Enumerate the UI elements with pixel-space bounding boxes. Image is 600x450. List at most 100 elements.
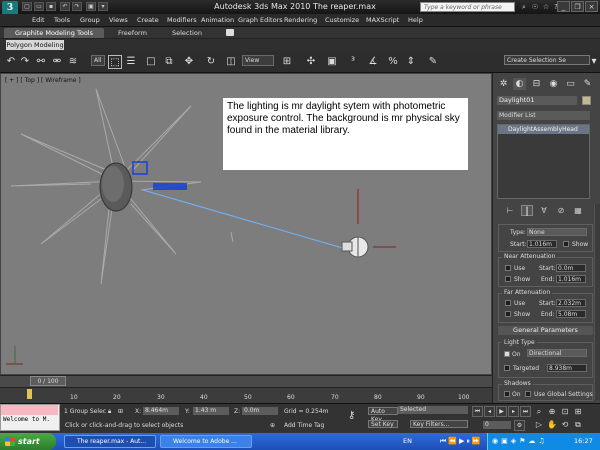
- tab-graphite-modeling[interactable]: Graphite Modeling Tools: [4, 28, 104, 38]
- go-to-start-icon[interactable]: ⏮: [472, 406, 483, 417]
- redo-icon[interactable]: ↷: [72, 2, 82, 11]
- chevron-down-icon[interactable]: ▾: [589, 55, 599, 69]
- make-unique-icon[interactable]: ∀: [538, 205, 550, 216]
- menu-animation[interactable]: Animation: [201, 16, 234, 24]
- edit-named-selection-icon[interactable]: ✎: [426, 55, 440, 69]
- command-panel-scrollbar[interactable]: [594, 204, 600, 400]
- new-icon[interactable]: ▢: [22, 2, 32, 11]
- keyboard-shortcut-icon[interactable]: ▣: [325, 55, 339, 69]
- save-icon[interactable]: ▪: [46, 2, 56, 11]
- general-parameters-rollout[interactable]: General Parameters: [498, 326, 593, 335]
- zoom-extents-all-icon[interactable]: ⊞: [572, 406, 584, 417]
- subscription-icon[interactable]: ☉: [530, 2, 540, 12]
- orbit-icon[interactable]: ⟲: [559, 419, 571, 430]
- light-on-checkbox[interactable]: [504, 351, 510, 357]
- object-name-field[interactable]: Daylight01: [497, 96, 577, 105]
- menu-group[interactable]: Group: [80, 16, 100, 24]
- maximize-viewport-icon[interactable]: ⧉: [572, 419, 584, 430]
- maximize-button[interactable]: ❐: [571, 1, 584, 12]
- taskbar-item-3dsmax[interactable]: The reaper.max - Aut...: [64, 435, 156, 448]
- search-input[interactable]: Type a keyword or phrase: [420, 2, 515, 12]
- x-coord-field[interactable]: 8.464m: [143, 407, 179, 415]
- menu-edit[interactable]: Edit: [32, 16, 45, 24]
- light-type-dropdown[interactable]: Directional: [527, 349, 587, 357]
- tab-freeform[interactable]: Freeform: [118, 29, 147, 37]
- far-show-checkbox[interactable]: [505, 311, 511, 317]
- stack-item[interactable]: DaylightAssemblyHead: [498, 125, 589, 134]
- key-icon[interactable]: ⚷: [348, 410, 355, 421]
- pivot-center-icon[interactable]: ⊞: [280, 55, 294, 69]
- maxscript-mini-listener[interactable]: [1, 405, 58, 415]
- zoom-all-icon[interactable]: ⊕: [546, 406, 558, 417]
- targeted-distance-field[interactable]: 8.938m: [547, 364, 587, 372]
- menu-customize[interactable]: Customize: [325, 16, 359, 24]
- viewport-label[interactable]: [ + ] [ Top ] [ Wireframe ]: [5, 77, 81, 84]
- absolute-mode-icon[interactable]: ⊞: [118, 408, 123, 415]
- snaps-toggle-icon[interactable]: ³: [346, 55, 360, 69]
- menu-rendering[interactable]: Rendering: [284, 16, 317, 24]
- zoom-icon[interactable]: ⌕: [533, 406, 545, 417]
- use-global-settings-checkbox[interactable]: [525, 391, 531, 397]
- project-folder-icon[interactable]: ▣: [86, 2, 96, 11]
- select-by-name-icon[interactable]: ☰: [124, 55, 138, 69]
- remove-modifier-icon[interactable]: ⊘: [555, 205, 567, 216]
- app-logo-icon[interactable]: 3: [2, 1, 18, 15]
- utilities-tab-icon[interactable]: ✎: [581, 78, 594, 90]
- set-key-button[interactable]: Set Key: [368, 420, 398, 428]
- current-frame-field[interactable]: 0: [483, 421, 511, 429]
- object-color-swatch[interactable]: [582, 96, 591, 105]
- rectangular-selection-icon[interactable]: □: [144, 55, 158, 69]
- percent-snap-icon[interactable]: %: [386, 55, 400, 69]
- z-coord-field[interactable]: 0.0m: [242, 407, 278, 415]
- key-mode-dropdown[interactable]: Selected: [398, 406, 468, 414]
- far-end-field[interactable]: 5.08m: [556, 310, 586, 318]
- next-frame-icon[interactable]: ▸: [508, 406, 519, 417]
- media-controls-icon[interactable]: ⏮⏪▶⏸⏩: [440, 437, 483, 446]
- auto-key-button[interactable]: Auto Key: [368, 407, 398, 423]
- select-rotate-icon[interactable]: ↻: [204, 55, 218, 69]
- time-slider[interactable]: [0, 375, 492, 387]
- window-crossing-icon[interactable]: ⧉: [162, 55, 176, 69]
- minimize-button[interactable]: _: [557, 1, 570, 12]
- field-of-view-icon[interactable]: ▷: [533, 419, 545, 430]
- tab-polygon-modeling[interactable]: Polygon Modeling: [6, 40, 64, 50]
- configure-sets-icon[interactable]: ▦: [572, 205, 584, 216]
- menu-modifiers[interactable]: Modifiers: [167, 16, 197, 24]
- play-icon[interactable]: ▶: [496, 406, 507, 417]
- star-icon[interactable]: ☆: [541, 2, 551, 12]
- decay-start-field[interactable]: 1.016m: [527, 240, 557, 248]
- motion-tab-icon[interactable]: ◉: [547, 78, 560, 90]
- spinner-snap-icon[interactable]: ⇕: [404, 55, 418, 69]
- menu-graph-editors[interactable]: Graph Editors: [238, 16, 283, 24]
- pan-icon[interactable]: ✋: [546, 419, 558, 430]
- undo-icon[interactable]: ↶: [60, 2, 70, 11]
- dropdown-arrow-icon[interactable]: ▾: [98, 2, 108, 11]
- create-tab-icon[interactable]: ✲: [497, 78, 510, 90]
- open-icon[interactable]: ▭: [34, 2, 44, 11]
- menu-help[interactable]: Help: [408, 16, 423, 24]
- near-start-field[interactable]: 0.0m: [556, 264, 586, 272]
- targeted-checkbox[interactable]: [504, 365, 510, 371]
- angle-snap-icon[interactable]: ∡: [366, 55, 380, 69]
- language-indicator[interactable]: EN: [403, 437, 412, 445]
- go-to-end-icon[interactable]: ⏭: [520, 406, 531, 417]
- add-time-tag-icon[interactable]: ⊕: [270, 422, 275, 429]
- menu-views[interactable]: Views: [109, 16, 128, 24]
- select-object-icon[interactable]: ⬚: [108, 55, 122, 69]
- near-end-field[interactable]: 1.016m: [556, 275, 586, 283]
- search-icon[interactable]: ⌕: [519, 2, 529, 12]
- add-time-tag-button[interactable]: Add Time Tag: [284, 422, 324, 429]
- unlink-icon[interactable]: ⚮: [50, 55, 64, 69]
- key-filters-button[interactable]: Key Filters...: [410, 420, 468, 428]
- redo-icon[interactable]: ↷: [18, 55, 32, 69]
- previous-frame-icon[interactable]: ◂: [484, 406, 495, 417]
- y-coord-field[interactable]: 1.43 m: [193, 407, 229, 415]
- far-use-checkbox[interactable]: [505, 300, 511, 306]
- bind-space-warp-icon[interactable]: ≋: [66, 55, 80, 69]
- taskbar-item-adobe[interactable]: Welcome to Adobe ...: [160, 435, 252, 448]
- named-selection-dropdown[interactable]: Create Selection Se: [504, 55, 590, 65]
- show-end-result-icon[interactable]: ┃: [521, 205, 533, 216]
- undo-icon[interactable]: ↶: [4, 55, 18, 69]
- shadows-on-checkbox[interactable]: [504, 391, 510, 397]
- tab-selection[interactable]: Selection: [172, 29, 202, 37]
